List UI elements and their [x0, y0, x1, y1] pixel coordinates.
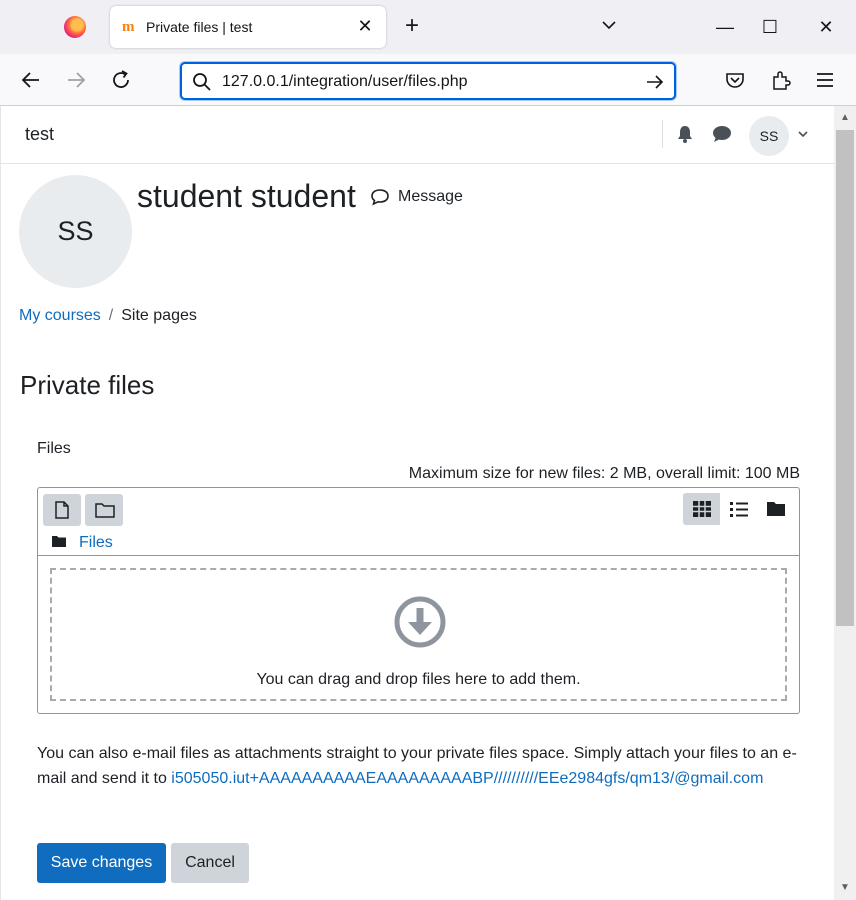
create-folder-button[interactable]: [85, 494, 123, 526]
view-tree-button[interactable]: [757, 493, 794, 525]
menu-icon[interactable]: [813, 68, 837, 92]
back-icon[interactable]: [19, 68, 43, 92]
add-file-button[interactable]: [43, 494, 81, 526]
maximize-icon[interactable]: ☐: [755, 12, 785, 42]
extensions-icon[interactable]: [769, 68, 793, 92]
reload-icon[interactable]: [109, 68, 133, 92]
page-scrollbar[interactable]: ▲ ▼: [834, 106, 856, 900]
url-bar[interactable]: 127.0.0.1/integration/user/files.php: [180, 62, 676, 100]
breadcrumb: My courses / Site pages: [19, 307, 197, 325]
notifications-bell-icon[interactable]: [675, 124, 695, 144]
scrollbar-thumb[interactable]: [836, 130, 854, 626]
view-mode-group: [683, 493, 795, 525]
browser-tab[interactable]: m Private files | test ✕: [110, 6, 386, 48]
file-icon: [55, 501, 69, 519]
folder-icon: [95, 503, 115, 518]
new-tab-icon[interactable]: +: [400, 14, 424, 38]
file-manager: Files You can drag and drop files here t…: [37, 487, 800, 714]
page-title: Private files: [20, 370, 155, 400]
browser-nav-bar: 127.0.0.1/integration/user/files.php: [0, 54, 856, 106]
grid-icon: [693, 501, 711, 517]
page-content: test SS SS student student Message My co…: [0, 106, 834, 900]
download-arrow-icon: [394, 596, 446, 648]
close-window-icon[interactable]: ✕: [811, 12, 841, 42]
search-icon: [193, 73, 211, 91]
files-field-label: Files: [37, 440, 71, 457]
message-label: Message: [398, 188, 463, 205]
email-address-link[interactable]: i505050.iut+AAAAAAAAAAEAAAAAAAAABP//////…: [171, 770, 763, 787]
tab-close-icon[interactable]: ✕: [354, 15, 376, 37]
firefox-logo-icon: [64, 16, 86, 38]
cancel-button[interactable]: Cancel: [171, 843, 249, 883]
list-icon: [730, 502, 748, 517]
profile-full-name: student student: [137, 178, 356, 214]
breadcrumb-site-pages: Site pages: [121, 307, 197, 324]
view-details-button[interactable]: [720, 493, 757, 525]
profile-avatar: SS: [19, 175, 132, 288]
drop-zone-text: You can drag and drop files here to add …: [256, 671, 581, 688]
site-navbar: test SS: [1, 106, 834, 164]
browser-tab-bar: m Private files | test ✕ + — ☐ ✕: [0, 0, 856, 54]
scroll-down-arrow-icon[interactable]: ▼: [839, 882, 851, 894]
site-name[interactable]: test: [25, 124, 54, 145]
list-all-tabs-icon[interactable]: [598, 14, 620, 36]
url-text[interactable]: 127.0.0.1/integration/user/files.php: [222, 73, 468, 91]
email-info: You can also e-mail files as attachments…: [37, 741, 807, 791]
user-menu-avatar[interactable]: SS: [749, 116, 789, 156]
max-size-info: Maximum size for new files: 2 MB, overal…: [408, 465, 800, 482]
scroll-up-arrow-icon[interactable]: ▲: [839, 112, 851, 124]
breadcrumb-my-courses[interactable]: My courses: [19, 307, 101, 324]
moodle-favicon-icon: m: [122, 19, 135, 35]
minimize-icon[interactable]: —: [710, 12, 740, 42]
pocket-icon[interactable]: [723, 68, 747, 92]
view-icons-button[interactable]: [683, 493, 720, 525]
tab-title: Private files | test: [146, 19, 253, 35]
chevron-down-icon[interactable]: [797, 128, 809, 140]
drop-zone[interactable]: You can drag and drop files here to add …: [50, 568, 787, 701]
folder-solid-icon: [52, 536, 66, 547]
path-files-link[interactable]: Files: [79, 534, 113, 552]
file-manager-toolbar: Files: [38, 488, 799, 556]
navbar-divider: [662, 120, 663, 148]
message-bubble-icon: [371, 189, 389, 206]
forward-icon[interactable]: [64, 68, 88, 92]
save-changes-button[interactable]: Save changes: [37, 843, 166, 883]
breadcrumb-separator: /: [108, 307, 114, 324]
folder-solid-icon: [767, 502, 785, 516]
messages-chat-icon[interactable]: [711, 124, 733, 144]
go-arrow-icon[interactable]: [644, 71, 666, 93]
